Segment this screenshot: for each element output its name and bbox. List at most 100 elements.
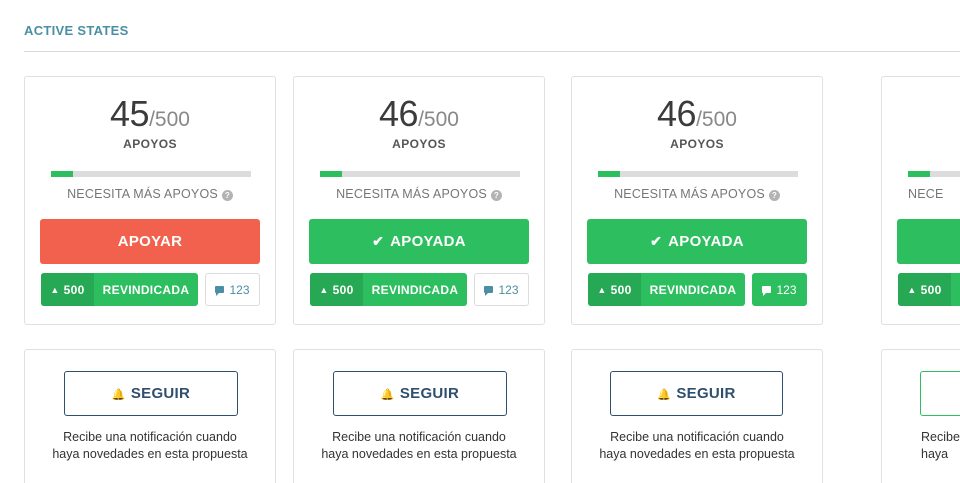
megaphone-icon: ▲ (50, 284, 60, 295)
needs-support-label: NECESITA MÁS APOYOS (614, 187, 765, 201)
claim-count-value: 500 (610, 282, 632, 297)
claim-count: ▲ 500 (310, 273, 363, 306)
support-count: 45/500 (25, 93, 275, 135)
claim-label: REVINDICADA (102, 282, 190, 297)
follow-card: 🔔 SEGUIR Recibe una notificación cuando ha… (571, 349, 823, 483)
needs-support-label: NECESITA MÁS APOYOS (336, 187, 487, 201)
claim-button[interactable]: ▲ 500 REVINDICADA (41, 273, 198, 306)
follow-card: 🔔 SEGUIR Recibe una notificación cuando ha… (24, 349, 276, 483)
follow-description-line: haya (921, 447, 949, 461)
supported-button-label: APOYADA (390, 233, 466, 250)
follow-button-label: SEGUIR (676, 385, 736, 402)
supported-button-label: APOYADA (668, 233, 744, 250)
support-count-value: 46 (379, 93, 419, 134)
needs-support-text: NECESITA MÁS APOYOS? (294, 187, 544, 201)
info-icon[interactable]: ? (768, 190, 780, 201)
comments-button[interactable]: 123 (205, 273, 260, 306)
claim-button[interactable]: ▲ 500 (898, 273, 960, 306)
section-title: ACTIVE STATES (24, 23, 129, 38)
supported-button[interactable]: ✔ APOYADA (587, 219, 807, 264)
support-card: 46/500 APOYOS NECESITA MÁS APOYOS? ✔ APOY… (293, 76, 545, 325)
support-progress-fill (51, 171, 73, 177)
bell-icon: 🔔 (657, 389, 672, 401)
comments-count: 123 (229, 282, 250, 297)
support-progress-bar (51, 171, 251, 177)
megaphone-icon: ▲ (597, 284, 607, 295)
follow-description-line: haya novedades en esta propuesta (321, 447, 517, 461)
support-count-label: APOYOS (392, 137, 446, 151)
support-progress-fill (320, 171, 342, 177)
follow-card: Recibe haya (881, 349, 960, 483)
support-progress-bar (598, 171, 798, 177)
follow-card: 🔔 SEGUIR Recibe una notificación cuando ha… (293, 349, 545, 483)
comment-icon (762, 286, 772, 296)
claim-count-value: 500 (332, 282, 354, 297)
megaphone-icon: ▲ (319, 284, 329, 295)
supported-button[interactable] (897, 219, 960, 264)
support-card: 46/500 APOYOS NECESITA MÁS APOYOS? ✔ APOY… (571, 76, 823, 325)
supported-button[interactable]: ✔ APOYADA (309, 219, 529, 264)
info-icon[interactable]: ? (490, 190, 502, 201)
follow-description-line: Recibe una notificación cuando (332, 430, 506, 444)
claim-label: REVINDICADA (649, 282, 737, 297)
comments-button[interactable]: 123 (752, 273, 807, 306)
claim-count: ▲ 500 (41, 273, 94, 306)
follow-button[interactable]: 🔔 SEGUIR (333, 371, 507, 416)
follow-description: Recibe haya (921, 429, 960, 463)
follow-button[interactable] (920, 371, 960, 416)
bell-icon: 🔔 (111, 389, 126, 401)
support-goal: /500 (149, 108, 190, 131)
comments-count: 123 (776, 282, 797, 297)
claim-count: ▲ 500 (588, 273, 641, 306)
support-count-value: 46 (657, 93, 697, 134)
bell-icon: 🔔 (380, 389, 395, 401)
check-icon: ✔ (650, 233, 663, 249)
support-card: NECE ▲ 500 (881, 76, 960, 325)
comments-button[interactable]: 123 (474, 273, 529, 306)
support-progress-bar (320, 171, 520, 177)
follow-button-label: SEGUIR (130, 385, 191, 402)
claim-count-value: 500 (920, 282, 942, 297)
comments-count: 123 (498, 282, 519, 297)
claim-button[interactable]: ▲ 500 REVINDICADA (588, 273, 745, 306)
needs-support-text: NECESITA MÁS APOYOS? (25, 187, 275, 201)
section-divider (24, 51, 960, 52)
needs-support-label: NECESITA MÁS APOYOS (67, 187, 218, 201)
support-progress-fill (908, 171, 930, 177)
follow-button[interactable]: 🔔 SEGUIR (64, 371, 238, 416)
follow-description: Recibe una notificación cuando haya noved… (294, 429, 544, 463)
comment-icon (484, 286, 494, 296)
support-goal: /500 (418, 108, 459, 131)
follow-description-line: Recibe una notificación cuando (610, 430, 784, 444)
follow-description-line: haya novedades en esta propuesta (599, 447, 795, 461)
info-icon[interactable]: ? (221, 190, 233, 201)
support-button-label: APOYAR (117, 233, 183, 250)
comment-icon (215, 286, 225, 296)
claim-count-value: 500 (63, 282, 85, 297)
check-icon: ✔ (372, 233, 385, 249)
claim-label: REVINDICADA (371, 282, 459, 297)
claim-count: ▲ 500 (898, 273, 951, 306)
follow-description-line: Recibe (921, 430, 960, 444)
support-count-label: APOYOS (123, 137, 177, 151)
follow-button[interactable]: 🔔 SEGUIR (610, 371, 783, 416)
support-goal: /500 (696, 108, 737, 131)
support-progress-bar (908, 171, 960, 177)
needs-support-label: NECE (908, 187, 944, 201)
support-count: 46/500 (572, 93, 822, 135)
support-card: 45/500 APOYOS NECESITA MÁS APOYOS? APOYA… (24, 76, 276, 325)
claim-button[interactable]: ▲ 500 REVINDICADA (310, 273, 467, 306)
follow-description: Recibe una notificación cuando haya noved… (572, 429, 822, 463)
megaphone-icon: ▲ (907, 284, 917, 295)
needs-support-text: NECE (908, 187, 944, 201)
support-count: 46/500 (294, 93, 544, 135)
support-count-value: 45 (110, 93, 150, 134)
follow-description: Recibe una notificación cuando haya noved… (25, 429, 275, 463)
support-button[interactable]: APOYAR (40, 219, 260, 264)
follow-button-label: SEGUIR (399, 385, 460, 402)
support-progress-fill (598, 171, 620, 177)
support-count-label: APOYOS (670, 137, 724, 151)
follow-description-line: haya novedades en esta propuesta (52, 447, 248, 461)
needs-support-text: NECESITA MÁS APOYOS? (572, 187, 822, 201)
follow-description-line: Recibe una notificación cuando (63, 430, 237, 444)
